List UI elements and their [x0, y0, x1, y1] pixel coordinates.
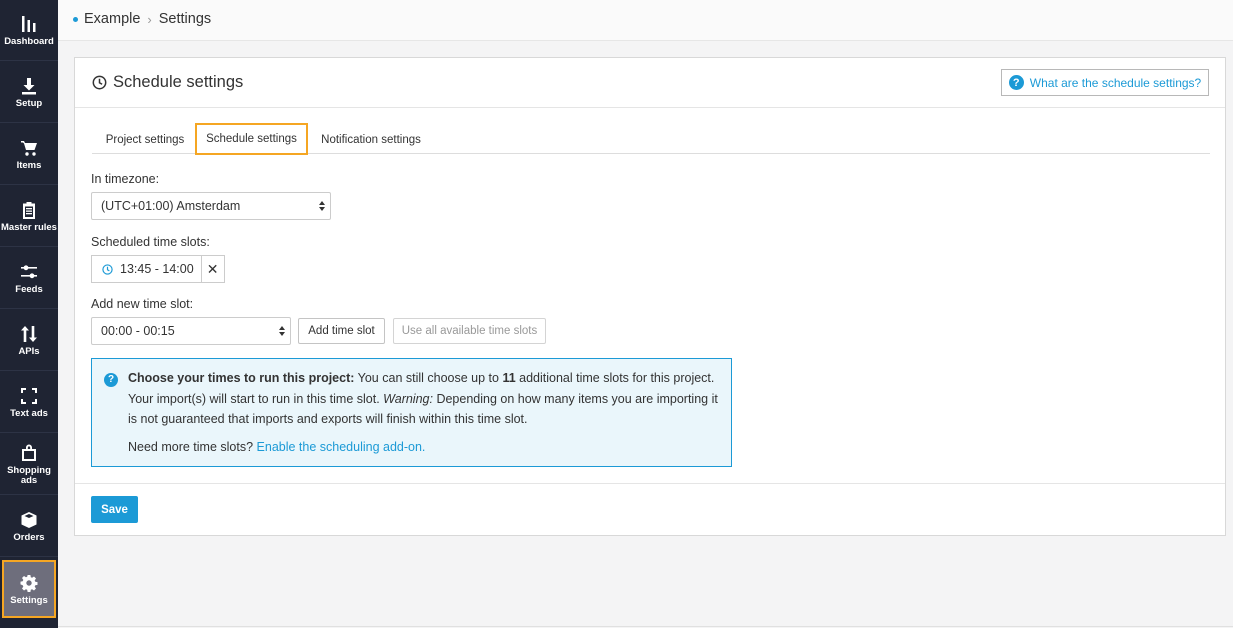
enable-addon-link[interactable]: Enable the scheduling add-on. — [257, 440, 426, 454]
settings-panel: Schedule settings ? What are the schedul… — [74, 57, 1226, 536]
new-slot-select[interactable]: 00:00 - 00:15 — [91, 317, 291, 345]
sidebar-item-text-ads[interactable]: Text ads — [0, 372, 58, 433]
select-arrows-icon — [319, 201, 325, 211]
sidebar-item-label: Master rules — [1, 221, 57, 233]
info-lead: Choose your times to run this project: — [128, 371, 355, 385]
sliders-icon — [19, 262, 39, 282]
tab-notification-settings[interactable]: Notification settings — [316, 125, 426, 154]
breadcrumb-project[interactable]: Example — [84, 11, 140, 27]
question-icon: ? — [1008, 75, 1024, 90]
download-icon — [19, 76, 39, 96]
select-arrows-icon — [279, 326, 285, 336]
new-slot-value: 00:00 - 00:15 — [101, 324, 175, 338]
question-icon: ? — [104, 373, 118, 387]
panel-header: Schedule settings ? What are the schedul… — [75, 58, 1225, 108]
timezone-select[interactable]: (UTC+01:00) Amsterdam — [91, 192, 331, 220]
clock-icon — [92, 75, 107, 90]
use-all-slots-button[interactable]: Use all available time slots — [393, 318, 546, 344]
breadcrumb: Example › Settings — [73, 11, 211, 27]
remove-slot-close-icon[interactable]: ✕ — [202, 256, 224, 282]
sidebar-item-label: Feeds — [15, 283, 43, 295]
info-text: Choose your times to run this project: Y… — [128, 371, 718, 426]
sidebar-item-shopping-ads[interactable]: Shopping ads — [0, 434, 58, 495]
time-slot-chip: 13:45 - 14:00 ✕ — [91, 255, 225, 283]
save-button[interactable]: Save — [91, 496, 138, 523]
tab-project-settings[interactable]: Project settings — [95, 125, 195, 154]
page-title: Schedule settings — [92, 73, 243, 92]
expand-icon — [19, 386, 39, 406]
divider — [75, 483, 1225, 484]
clock-icon — [102, 263, 113, 275]
warning-label: Warning: — [383, 391, 433, 406]
arrows-updown-icon — [19, 324, 39, 344]
sidebar-item-dashboard[interactable]: Dashboard — [0, 0, 58, 61]
info-more: Need more time slots? Enable the schedul… — [128, 440, 426, 454]
sidebar-item-feeds[interactable]: Feeds — [0, 248, 58, 309]
sidebar-item-label: Orders — [13, 531, 45, 543]
sidebar-item-label: Items — [16, 159, 42, 171]
divider — [58, 626, 1233, 627]
gear-icon — [19, 573, 39, 593]
help-button[interactable]: ? What are the schedule settings? — [1001, 69, 1209, 96]
bar-chart-icon — [19, 14, 39, 34]
sidebar-item-items[interactable]: Items — [0, 124, 58, 185]
sidebar-item-apis[interactable]: APIs — [0, 310, 58, 371]
project-status-dot — [73, 16, 78, 22]
breadcrumb-page: Settings — [158, 11, 212, 27]
sidebar-item-label: APIs — [18, 345, 40, 357]
timezone-value: (UTC+01:00) Amsterdam — [101, 199, 241, 213]
cart-icon — [19, 138, 39, 158]
add-slot-label: Add new time slot: — [91, 297, 194, 311]
tab-schedule-settings[interactable]: Schedule settings — [195, 123, 308, 155]
sidebar-item-label: Setup — [15, 97, 43, 109]
sidebar-item-label: Text ads — [10, 407, 48, 419]
sidebar-item-label: Dashboard — [4, 35, 54, 47]
help-button-label: What are the schedule settings? — [1029, 75, 1202, 90]
scheduled-slots-label: Scheduled time slots: — [91, 235, 210, 249]
bag-icon — [19, 443, 39, 463]
tab-bar: Project settings Schedule settings Notif… — [92, 123, 1210, 155]
sidebar-item-setup[interactable]: Setup — [0, 62, 58, 123]
top-bar: Example › Settings — [58, 0, 1233, 41]
chevron-right-icon: › — [147, 11, 152, 27]
sidebar-item-master-rules[interactable]: Master rules — [0, 186, 58, 247]
sidebar-item-settings[interactable]: Settings — [2, 560, 56, 618]
sidebar-item-label: Settings — [10, 594, 48, 606]
sidebar: Dashboard Setup Items Master rules Feeds… — [0, 0, 58, 628]
info-box: ? Choose your times to run this project:… — [91, 358, 732, 467]
timezone-label: In timezone: — [91, 172, 160, 186]
page-title-text: Schedule settings — [113, 73, 244, 91]
add-time-slot-button[interactable]: Add time slot — [298, 318, 385, 344]
clipboard-icon — [19, 200, 39, 220]
remaining-count: 11 — [502, 371, 516, 385]
sidebar-item-label: Shopping ads — [7, 464, 51, 486]
box-icon — [19, 510, 39, 530]
time-slot-text: 13:45 - 14:00 — [120, 262, 194, 276]
sidebar-item-orders[interactable]: Orders — [0, 496, 58, 557]
time-slot-value: 13:45 - 14:00 — [92, 256, 202, 282]
